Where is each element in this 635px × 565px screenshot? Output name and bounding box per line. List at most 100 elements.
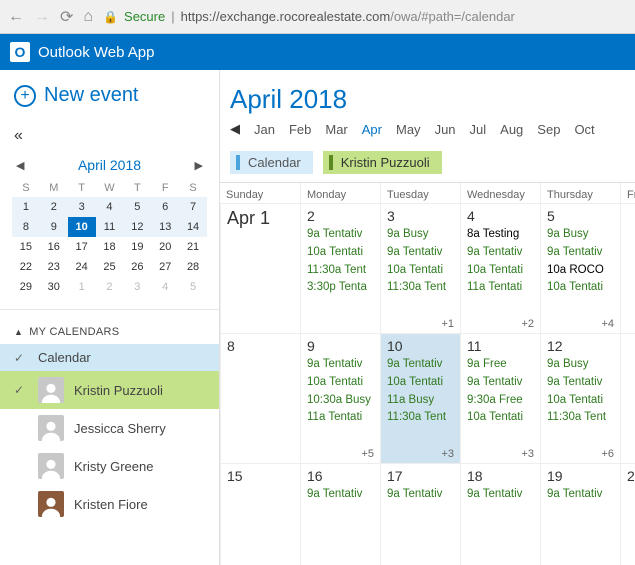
mini-day[interactable]: 20: [151, 237, 179, 257]
more-events[interactable]: +2: [521, 318, 534, 330]
mini-next-icon[interactable]: ▶: [195, 159, 203, 172]
event[interactable]: 9a Tentativ: [467, 374, 534, 392]
event[interactable]: 10a Tentati: [467, 409, 534, 427]
event[interactable]: 9a Tentativ: [467, 244, 534, 262]
month-link[interactable]: Mar: [325, 122, 347, 137]
more-events[interactable]: +3: [521, 448, 534, 460]
mini-day[interactable]: 19: [123, 237, 151, 257]
event[interactable]: 11:30a Tent: [307, 262, 374, 280]
mini-day[interactable]: 25: [96, 257, 124, 277]
event[interactable]: 9a Busy: [547, 226, 614, 244]
event[interactable]: 9a Busy: [387, 226, 454, 244]
mini-day[interactable]: 24: [68, 257, 96, 277]
mini-day[interactable]: 4: [151, 277, 179, 297]
event[interactable]: 9a Tentativ: [467, 486, 534, 504]
calendar-item[interactable]: Kristen Fiore: [0, 485, 219, 523]
month-link[interactable]: Jun: [435, 122, 456, 137]
calendar-cell[interactable]: 2: [620, 463, 635, 565]
calendar-cell[interactable]: 129a Busy9a Tentativ10a Tentati11:30a Te…: [540, 333, 620, 463]
mini-day[interactable]: 8: [12, 217, 40, 237]
calendar-cell[interactable]: +6: [620, 203, 635, 333]
month-link[interactable]: Feb: [289, 122, 311, 137]
calendar-item[interactable]: ✓Calendar: [0, 344, 219, 371]
mini-day[interactable]: 4: [96, 197, 124, 217]
mini-day[interactable]: 11: [96, 217, 124, 237]
mini-day[interactable]: 12: [123, 217, 151, 237]
event[interactable]: 9a Tentativ: [307, 486, 374, 504]
event[interactable]: 9a Free: [467, 356, 534, 374]
mini-day[interactable]: 28: [179, 257, 207, 277]
mini-day[interactable]: 3: [123, 277, 151, 297]
month-link[interactable]: Sep: [537, 122, 560, 137]
event[interactable]: 8a Testing: [467, 226, 534, 244]
mini-day[interactable]: 30: [40, 277, 68, 297]
mini-day[interactable]: 7: [179, 197, 207, 217]
more-events[interactable]: +3: [441, 448, 454, 460]
month-link[interactable]: Aug: [500, 122, 523, 137]
legend-chip[interactable]: Kristin Puzzuoli: [323, 151, 442, 174]
event[interactable]: 9a Tentativ: [387, 356, 454, 374]
event[interactable]: 11a Tentati: [307, 409, 374, 427]
calendar-cell[interactable]: 179a Tentativ: [380, 463, 460, 565]
event[interactable]: 11:30a Tent: [387, 409, 454, 427]
month-link[interactable]: Jul: [470, 122, 487, 137]
calendar-cell[interactable]: 109a Tentativ10a Tentati11a Busy11:30a T…: [380, 333, 460, 463]
legend-chip[interactable]: Calendar: [230, 151, 313, 174]
mini-day[interactable]: 6: [151, 197, 179, 217]
mini-day[interactable]: 10: [68, 217, 96, 237]
event[interactable]: 10a Tentati: [547, 392, 614, 410]
event[interactable]: 9a Tentativ: [307, 226, 374, 244]
event[interactable]: 10a Tentati: [387, 374, 454, 392]
month-link[interactable]: Oct: [574, 122, 594, 137]
event[interactable]: 9a Busy: [547, 356, 614, 374]
month-link[interactable]: May: [396, 122, 421, 137]
mini-prev-icon[interactable]: ◀: [16, 159, 24, 172]
event[interactable]: 11a Busy: [387, 392, 454, 410]
event[interactable]: 9a Tentativ: [547, 244, 614, 262]
event[interactable]: 10a Tentati: [307, 244, 374, 262]
event[interactable]: 11:30a Tent: [547, 409, 614, 427]
mini-day[interactable]: 18: [96, 237, 124, 257]
mini-day[interactable]: 14: [179, 217, 207, 237]
calendar-cell[interactable]: [620, 333, 635, 463]
mini-day[interactable]: 29: [12, 277, 40, 297]
calendar-cell[interactable]: 29a Tentativ10a Tentati11:30a Tent3:30p …: [300, 203, 380, 333]
calendar-cell[interactable]: 15: [220, 463, 300, 565]
more-events[interactable]: +5: [361, 448, 374, 460]
calendar-cell[interactable]: 59a Busy9a Tentativ10a ROCO10a Tentati+4: [540, 203, 620, 333]
calendar-item[interactable]: Jessicca Sherry: [0, 409, 219, 447]
calendar-cell[interactable]: 8: [220, 333, 300, 463]
more-events[interactable]: +1: [441, 318, 454, 330]
mini-day[interactable]: 26: [123, 257, 151, 277]
forward-icon[interactable]: →: [34, 8, 50, 26]
event[interactable]: 10:30a Busy: [307, 392, 374, 410]
calendar-item[interactable]: Kristy Greene: [0, 447, 219, 485]
reload-icon[interactable]: ⟳: [60, 7, 73, 27]
mini-day[interactable]: 16: [40, 237, 68, 257]
month-prev-icon[interactable]: ◀: [230, 121, 240, 137]
event[interactable]: 10a Tentati: [547, 279, 614, 297]
event[interactable]: 9a Tentativ: [547, 486, 614, 504]
mini-day[interactable]: 15: [12, 237, 40, 257]
mini-day[interactable]: 5: [123, 197, 151, 217]
event[interactable]: 9a Tentativ: [387, 244, 454, 262]
mini-day[interactable]: 17: [68, 237, 96, 257]
mini-day[interactable]: 9: [40, 217, 68, 237]
more-events[interactable]: +4: [601, 318, 614, 330]
mini-day[interactable]: 22: [12, 257, 40, 277]
calendar-cell[interactable]: 48a Testing9a Tentativ10a Tentati11a Ten…: [460, 203, 540, 333]
more-events[interactable]: +6: [601, 448, 614, 460]
back-icon[interactable]: ←: [8, 8, 24, 26]
month-link[interactable]: Jan: [254, 122, 275, 137]
mini-day[interactable]: 2: [96, 277, 124, 297]
home-icon[interactable]: ⌂: [83, 8, 93, 26]
mini-day[interactable]: 1: [12, 197, 40, 217]
calendar-item[interactable]: ✓Kristin Puzzuoli: [0, 371, 219, 409]
event[interactable]: 11:30a Tent: [387, 279, 454, 297]
calendar-cell[interactable]: 189a Tentativ: [460, 463, 540, 565]
new-event-button[interactable]: + New event: [0, 70, 219, 121]
calendar-cell[interactable]: 39a Busy9a Tentativ10a Tentati11:30a Ten…: [380, 203, 460, 333]
collapse-sidebar-icon[interactable]: «: [0, 121, 219, 145]
calendar-cell[interactable]: 199a Tentativ: [540, 463, 620, 565]
event[interactable]: 9a Tentativ: [307, 356, 374, 374]
